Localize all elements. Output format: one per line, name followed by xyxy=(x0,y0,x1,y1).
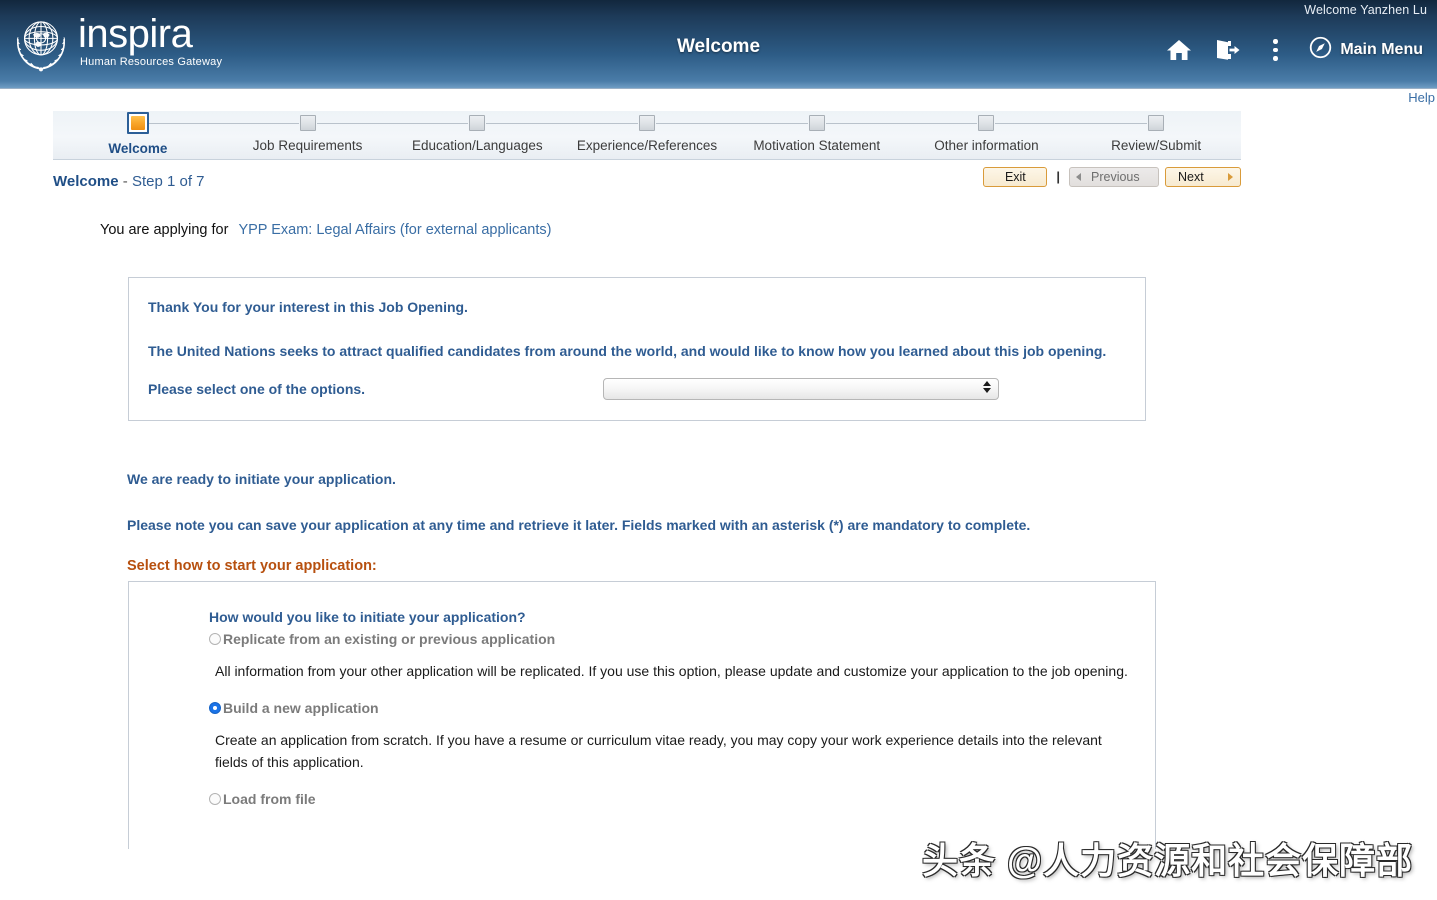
select-stepper-arrows-icon xyxy=(983,381,991,393)
step-connector xyxy=(486,123,563,124)
progress-stepper: Welcome Job Requirements Education/Languag… xyxy=(53,111,1241,160)
step-connector xyxy=(825,123,902,124)
step-connector xyxy=(1071,123,1148,124)
compass-icon xyxy=(1309,36,1332,64)
three-dots-glyph xyxy=(1273,39,1278,61)
step-connector xyxy=(146,123,223,124)
next-button-label: Next xyxy=(1178,170,1204,184)
step-connector xyxy=(392,123,469,124)
un-emblem-icon xyxy=(8,8,74,74)
radio-button-selected[interactable] xyxy=(209,702,221,714)
step-title-separator: - xyxy=(118,173,132,190)
three-dots-icon[interactable] xyxy=(1251,30,1299,70)
step-label: Review/Submit xyxy=(1111,138,1202,153)
radio-option-description: Create an application from scratch. If y… xyxy=(215,732,1102,770)
step-marker-icon xyxy=(639,115,656,131)
step-motivation-statement[interactable]: Motivation Statement xyxy=(731,111,902,159)
step-marker-icon xyxy=(1148,115,1165,131)
radio-option-1[interactable]: Replicate from an existing or previous a… xyxy=(209,631,1135,647)
step-connector xyxy=(656,123,732,124)
wizard-nav-buttons: Exit | Previous Next xyxy=(983,167,1241,187)
job-opening-info-panel: Thank You for your interest in this Job … xyxy=(128,277,1146,421)
radio-option-label[interactable]: Replicate from an existing or previous a… xyxy=(223,631,555,647)
step-job-requirements[interactable]: Job Requirements xyxy=(222,111,393,159)
step-marker-icon xyxy=(469,115,486,131)
step-label: Other information xyxy=(934,138,1039,153)
select-start-heading: Select how to start your application: xyxy=(127,558,377,574)
previous-button-label: Previous xyxy=(1091,170,1140,184)
exit-button[interactable]: Exit xyxy=(983,167,1048,187)
home-icon[interactable] xyxy=(1155,30,1203,70)
previous-button[interactable]: Previous xyxy=(1069,167,1159,187)
save-note-text: Please note you can save your applicatio… xyxy=(127,517,1031,533)
chevron-left-icon xyxy=(1076,173,1081,181)
source-select-dropdown[interactable] xyxy=(603,378,999,400)
brand-name: inspira xyxy=(78,12,193,56)
step-label: Job Requirements xyxy=(252,138,363,153)
step-connector xyxy=(995,123,1072,124)
step-marker-active-icon xyxy=(126,112,149,134)
step-education-languages[interactable]: Education/Languages xyxy=(392,111,563,159)
step-title-name: Welcome xyxy=(53,173,119,190)
radio-option-description: All information from your other applicat… xyxy=(215,663,1128,679)
initiate-application-panel: How would you like to initiate your appl… xyxy=(128,581,1156,849)
chevron-right-icon xyxy=(1228,173,1233,181)
next-button[interactable]: Next xyxy=(1165,167,1241,187)
step-label: Experience/References xyxy=(576,138,718,153)
help-bar: Help xyxy=(0,88,1437,111)
applying-for-label: You are applying for xyxy=(100,222,229,238)
brand-logo[interactable]: inspira Human Resources Gateway xyxy=(8,8,222,74)
step-experience-references[interactable]: Experience/References xyxy=(562,111,732,159)
step-counter: Step 1 of 7 xyxy=(131,173,205,190)
step-label: Welcome xyxy=(108,141,168,156)
step-connector xyxy=(901,123,978,124)
main-menu-button[interactable]: Main Menu xyxy=(1299,30,1429,70)
step-title: Welcome - Step 1 of 7 xyxy=(53,173,205,190)
applying-for-row: You are applying for YPP Exam: Legal Affa… xyxy=(100,222,1437,238)
step-connector xyxy=(731,123,808,124)
step-review-submit[interactable]: Review/Submit xyxy=(1071,111,1241,159)
thank-you-text: Thank You for your interest in this Job … xyxy=(148,299,468,315)
step-label: Education/Languages xyxy=(411,138,543,153)
step-marker-icon xyxy=(808,115,825,131)
step-label: Motivation Statement xyxy=(753,138,881,153)
seek-candidates-text: The United Nations seeks to attract qual… xyxy=(148,343,1107,359)
radio-option-3[interactable]: Load from file xyxy=(209,791,1135,807)
step-other-information[interactable]: Other information xyxy=(901,111,1072,159)
button-divider: | xyxy=(1056,169,1060,184)
subheader: Welcome - Step 1 of 7 Exit | Previous Ne… xyxy=(53,160,1241,202)
step-marker-icon xyxy=(978,115,995,131)
sign-out-icon[interactable] xyxy=(1203,30,1251,70)
source-select-label: Please select one of the options. xyxy=(148,381,366,397)
app-header: Welcome Yanzhen Lu inspira Human Resourc… xyxy=(0,0,1437,88)
radio-option-label[interactable]: Load from file xyxy=(223,791,316,807)
step-connector xyxy=(562,123,639,124)
radio-option-2[interactable]: Build a new application xyxy=(209,700,1135,716)
step-connector xyxy=(316,123,393,124)
initiate-heading: How would you like to initiate your appl… xyxy=(209,609,526,625)
step-connector xyxy=(222,123,299,124)
radio-option-label[interactable]: Build a new application xyxy=(223,700,379,716)
step-welcome[interactable]: Welcome xyxy=(53,111,223,159)
job-opening-link[interactable]: YPP Exam: Legal Affairs (for external ap… xyxy=(238,222,551,238)
step-marker-icon xyxy=(299,115,316,131)
main-content: You are applying for YPP Exam: Legal Affa… xyxy=(53,222,1437,849)
ready-text: We are ready to initiate your applicatio… xyxy=(127,471,396,487)
welcome-user-label: Welcome Yanzhen Lu xyxy=(1304,3,1427,17)
brand-tagline: Human Resources Gateway xyxy=(80,56,223,68)
main-menu-label: Main Menu xyxy=(1340,41,1423,58)
header-toolbar: Main Menu xyxy=(1155,30,1429,70)
radio-button[interactable] xyxy=(209,633,221,645)
help-link[interactable]: Help xyxy=(1408,90,1435,105)
source-select-row: Please select one of the options. xyxy=(148,378,1126,400)
radio-button[interactable] xyxy=(209,793,221,805)
